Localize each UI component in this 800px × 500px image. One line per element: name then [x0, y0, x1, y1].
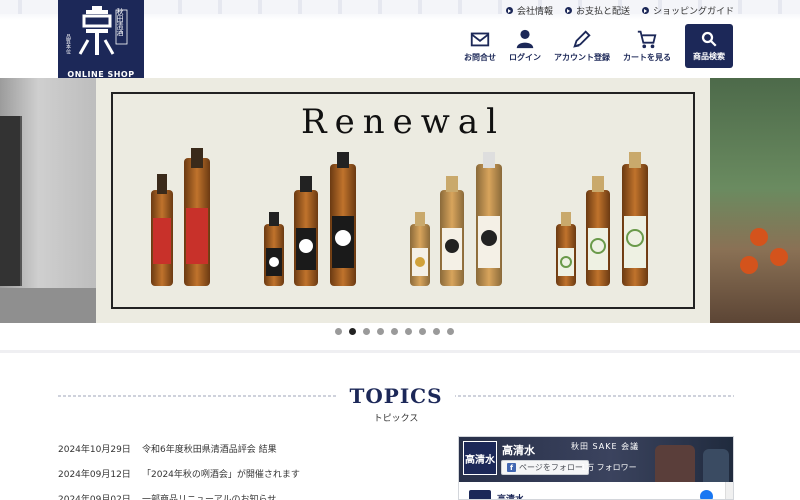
- cart-icon: [637, 30, 657, 49]
- pencil-icon: [573, 30, 591, 48]
- utility-link-label: お支払と配送: [575, 7, 630, 17]
- nav-cart[interactable]: カートを見る: [623, 28, 671, 63]
- facebook-follow-button[interactable]: f ページをフォロー: [501, 460, 589, 475]
- utility-link-label: 会社情報: [516, 7, 553, 17]
- post-author[interactable]: 高清水: [497, 492, 524, 499]
- nav-contact[interactable]: お問合せ: [464, 28, 496, 63]
- list-item[interactable]: 2024年09月02日 一部商品リニューアルのお知らせ: [58, 486, 448, 500]
- carousel-dot[interactable]: [377, 328, 384, 335]
- facebook-cover-banner: 秋田 SAKE 会議: [571, 442, 640, 451]
- facebook-logo-icon: [700, 490, 713, 499]
- site-logo[interactable]: 品質本位 秋田清酒 ONLINE SHOP: [58, 0, 144, 86]
- carousel-dot[interactable]: [391, 328, 398, 335]
- logo-mark-icon: 品質本位: [65, 6, 128, 55]
- facebook-page-widget[interactable]: 秋田 SAKE 会議 高清水 高清水 f ページをフォロー 1万 フォロワー 高…: [458, 436, 734, 500]
- header-nav: お問合せ ログイン アカウント登録 カートを見る 商品検索: [451, 24, 733, 68]
- chevron-right-icon: [564, 7, 572, 14]
- hero-carousel[interactable]: Renewal: [0, 78, 800, 323]
- chevron-right-icon: [641, 7, 649, 14]
- svg-text:品質本位: 品質本位: [65, 34, 71, 54]
- nav-login[interactable]: ログイン: [509, 28, 541, 63]
- topics-subtitle: トピックス: [373, 414, 419, 424]
- list-item[interactable]: 2024年10月29日 令和6年度秋田県清酒品評会 結果: [58, 436, 448, 461]
- topics-title: TOPICS: [337, 384, 455, 408]
- utility-link-label: ショッピングガイド: [652, 7, 734, 17]
- next-slide-peek[interactable]: [710, 78, 800, 323]
- nav-cart-label: カートを見る: [623, 53, 671, 62]
- prev-slide-peek[interactable]: [0, 78, 96, 323]
- chevron-right-icon: [505, 7, 513, 14]
- widget-scrollbar[interactable]: [725, 482, 733, 499]
- carousel-dot[interactable]: [419, 328, 426, 335]
- carousel-dot[interactable]: [335, 328, 342, 335]
- news-title[interactable]: 令和6年度秋田県清酒品評会 結果: [142, 442, 277, 455]
- carousel-dots: [335, 328, 454, 335]
- envelope-icon: [470, 32, 490, 47]
- post-avatar: [469, 490, 491, 499]
- carousel-dot-active[interactable]: [349, 328, 356, 335]
- section-divider: [0, 350, 800, 353]
- facebook-followers-count: 1万 フォロワー: [581, 463, 637, 472]
- utility-link-guide[interactable]: ショッピングガイド: [641, 4, 734, 17]
- follow-label: ページをフォロー: [519, 463, 583, 472]
- current-slide[interactable]: Renewal: [96, 78, 710, 323]
- news-date: 2024年09月02日: [58, 495, 131, 500]
- list-item[interactable]: 2024年09月12日 「2024年秋の咧酒会」が開催されます: [58, 461, 448, 486]
- news-title[interactable]: 一部商品リニューアルのお知らせ: [142, 492, 276, 500]
- topics-list: 2024年10月29日 令和6年度秋田県清酒品評会 結果 2024年09月12日…: [58, 436, 448, 500]
- carousel-dot[interactable]: [433, 328, 440, 335]
- nav-login-label: ログイン: [509, 53, 541, 62]
- nav-register-label: アカウント登録: [554, 53, 610, 62]
- topics-header: TOPICS トピックス: [58, 384, 734, 424]
- search-button-label: 商品検索: [693, 52, 725, 61]
- carousel-dot[interactable]: [363, 328, 370, 335]
- news-date: 2024年09月12日: [58, 470, 131, 480]
- logo-vertical-text: 秋田清酒: [116, 8, 124, 36]
- utility-links: 会社情報 お支払と配送 ショッピングガイド: [505, 4, 734, 17]
- facebook-page-avatar[interactable]: 高清水: [463, 441, 497, 475]
- news-date: 2024年10月29日: [58, 445, 131, 455]
- facebook-cover-image: 秋田 SAKE 会議: [459, 437, 733, 482]
- carousel-dot[interactable]: [447, 328, 454, 335]
- sake-bottles-illustration: [151, 148, 648, 286]
- news-title[interactable]: 「2024年秋の咧酒会」が開催されます: [142, 467, 300, 480]
- search-icon: [701, 31, 717, 47]
- user-icon: [516, 29, 534, 49]
- nav-contact-label: お問合せ: [464, 53, 496, 62]
- facebook-icon: f: [507, 463, 516, 472]
- carousel-dot[interactable]: [405, 328, 412, 335]
- utility-link-payment[interactable]: お支払と配送: [564, 4, 630, 17]
- facebook-post[interactable]: 高清水: [459, 482, 733, 499]
- nav-register[interactable]: アカウント登録: [554, 28, 610, 63]
- utility-link-company[interactable]: 会社情報: [505, 4, 553, 17]
- facebook-page-name[interactable]: 高清水: [502, 442, 535, 458]
- product-search-button[interactable]: 商品検索: [685, 24, 733, 68]
